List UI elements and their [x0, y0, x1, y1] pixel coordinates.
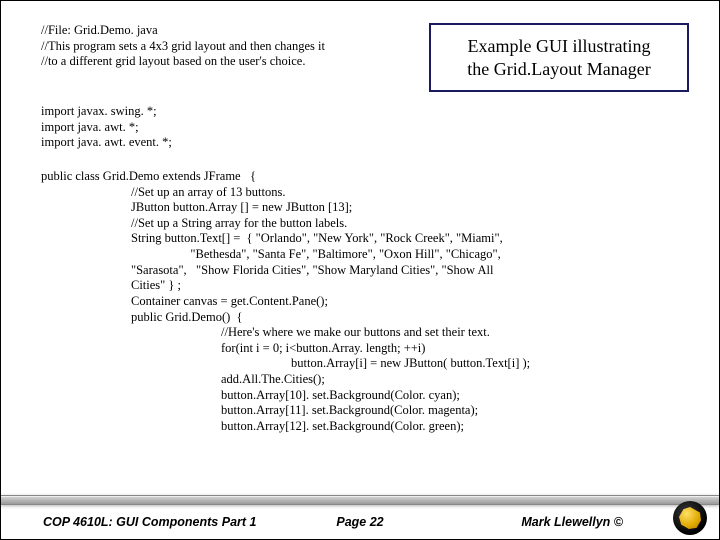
page-number: Page 22 [336, 515, 383, 529]
code-line: "Bethesda", "Santa Fe", "Baltimore", "Ox… [131, 247, 501, 261]
footer-text-row: COP 4610L: GUI Components Part 1 Page 22… [1, 505, 719, 539]
author-credit: Mark Llewellyn © [521, 515, 623, 529]
code-line: Cities" } ; [131, 278, 181, 292]
callout-line: the Grid.Layout Manager [439, 58, 679, 81]
file-header-comments: //File: Grid.Demo. java //This program s… [41, 23, 415, 92]
callout-line: Example GUI illustrating [439, 35, 679, 58]
slide-content: //File: Grid.Demo. java //This program s… [41, 23, 689, 479]
code-line: public Grid.Demo() { [131, 310, 243, 324]
import-line: import javax. swing. *; [41, 104, 689, 120]
code-line: JButton button.Array [] = new JButton [1… [131, 200, 352, 214]
import-line: import java. awt. event. *; [41, 135, 689, 151]
import-line: import java. awt. *; [41, 120, 689, 136]
code-line: button.Array[11]. set.Background(Color. … [221, 403, 478, 417]
code-line: public class Grid.Demo extends JFrame { [41, 169, 256, 183]
course-title: COP 4610L: GUI Components Part 1 [43, 515, 256, 529]
title-callout: Example GUI illustrating the Grid.Layout… [429, 23, 689, 92]
slide-footer: COP 4610L: GUI Components Part 1 Page 22… [1, 495, 719, 539]
class-body: public class Grid.Demo extends JFrame { … [41, 169, 689, 435]
top-row: //File: Grid.Demo. java //This program s… [41, 23, 689, 92]
comment-line: //to a different grid layout based on th… [41, 54, 415, 70]
code-line: //Here's where we make our buttons and s… [221, 325, 490, 339]
code-line: //Set up a String array for the button l… [131, 216, 347, 230]
code-line: for(int i = 0; i<button.Array. length; +… [221, 341, 425, 355]
code-line: Container canvas = get.Content.Pane(); [131, 294, 328, 308]
code-line: String button.Text[] = { "Orlando", "New… [131, 231, 503, 245]
code-line: add.All.The.Cities(); [221, 372, 325, 386]
code-line: button.Array[i] = new JButton( button.Te… [291, 356, 530, 370]
ucf-logo [673, 501, 707, 535]
code-line: //Set up an array of 13 buttons. [131, 185, 286, 199]
code-line: button.Array[10]. set.Background(Color. … [221, 388, 460, 402]
code-line: button.Array[12]. set.Background(Color. … [221, 419, 464, 433]
comment-line: //File: Grid.Demo. java [41, 23, 415, 39]
comment-line: //This program sets a 4x3 grid layout an… [41, 39, 415, 55]
code-line: "Sarasota", "Show Florida Cities", "Show… [131, 263, 493, 277]
import-statements: import javax. swing. *; import java. awt… [41, 104, 689, 151]
ucf-logo-pegasus [679, 507, 701, 529]
footer-divider-bar [1, 495, 719, 505]
